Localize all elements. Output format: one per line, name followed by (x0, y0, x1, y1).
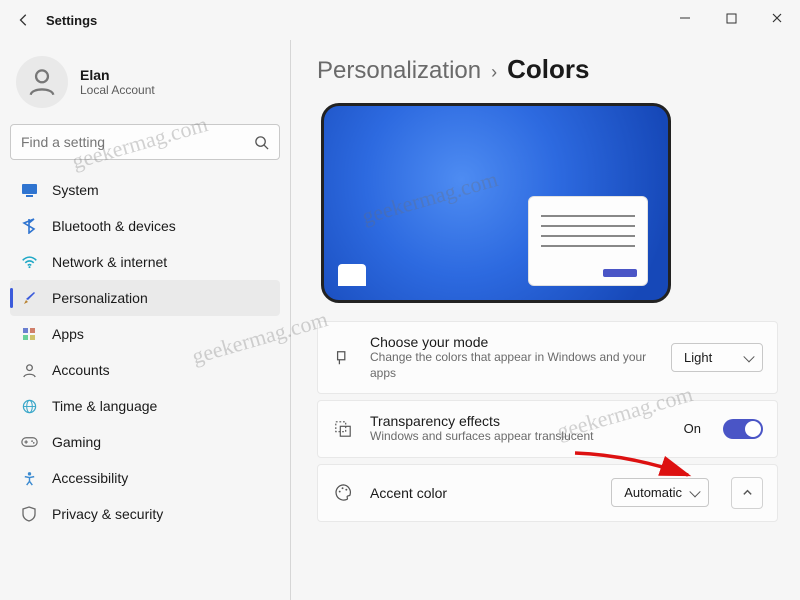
user-block[interactable]: Elan Local Account (10, 48, 280, 124)
chevron-right-icon: › (491, 62, 497, 83)
dropdown-value: Light (684, 350, 712, 365)
sidebar-item-label: Gaming (52, 434, 101, 450)
apps-icon (20, 325, 38, 343)
sidebar-item-system[interactable]: System (10, 172, 280, 208)
search-box[interactable] (10, 124, 280, 160)
search-icon (254, 135, 269, 150)
maximize-button[interactable] (708, 0, 754, 36)
sidebar-item-label: Accounts (52, 362, 110, 378)
expand-button[interactable] (731, 477, 763, 509)
close-icon (771, 12, 783, 24)
search-input[interactable] (21, 134, 254, 150)
accent-dropdown[interactable]: Automatic (611, 478, 709, 507)
user-subtitle: Local Account (80, 83, 155, 97)
system-icon (20, 181, 38, 199)
window-title: Settings (46, 13, 97, 28)
sidebar-item-label: Bluetooth & devices (52, 218, 176, 234)
sidebar-item-network[interactable]: Network & internet (10, 244, 280, 280)
arrow-left-icon (17, 13, 31, 27)
wifi-icon (20, 253, 38, 271)
sidebar-item-accessibility[interactable]: Accessibility (10, 460, 280, 496)
sidebar-item-label: Time & language (52, 398, 157, 414)
minimize-button[interactable] (662, 0, 708, 36)
breadcrumb-parent[interactable]: Personalization (317, 57, 481, 85)
sidebar-item-label: System (52, 182, 99, 198)
toggle-state-label: On (684, 421, 701, 436)
gaming-icon (20, 433, 38, 451)
setting-title: Choose your mode (370, 334, 655, 350)
shield-icon (20, 505, 38, 523)
mode-dropdown[interactable]: Light (671, 343, 763, 372)
dropdown-value: Automatic (624, 485, 682, 500)
sidebar-item-label: Network & internet (52, 254, 167, 270)
brush-icon (332, 349, 354, 367)
sidebar-item-apps[interactable]: Apps (10, 316, 280, 352)
breadcrumb: Personalization › Colors (317, 54, 778, 85)
sidebar-item-label: Accessibility (52, 470, 128, 486)
setting-subtitle: Windows and surfaces appear translucent (370, 429, 668, 445)
paintbrush-icon (20, 289, 38, 307)
sidebar-item-label: Privacy & security (52, 506, 163, 522)
transparency-icon (332, 420, 354, 438)
user-icon (25, 65, 59, 99)
setting-transparency[interactable]: Transparency effects Windows and surface… (317, 400, 778, 458)
sidebar-item-label: Personalization (52, 290, 148, 306)
setting-accent[interactable]: Accent color Automatic (317, 464, 778, 522)
sidebar-item-privacy[interactable]: Privacy & security (10, 496, 280, 532)
transparency-toggle[interactable] (723, 419, 763, 439)
accounts-icon (20, 361, 38, 379)
breadcrumb-current: Colors (507, 54, 589, 85)
sidebar-item-time[interactable]: Time & language (10, 388, 280, 424)
desktop-preview (321, 103, 671, 303)
minimize-icon (679, 12, 691, 24)
setting-mode[interactable]: Choose your mode Change the colors that … (317, 321, 778, 394)
avatar (16, 56, 68, 108)
accessibility-icon (20, 469, 38, 487)
setting-title: Accent color (370, 485, 595, 501)
palette-icon (332, 483, 354, 502)
globe-icon (20, 397, 38, 415)
sidebar-item-bluetooth[interactable]: Bluetooth & devices (10, 208, 280, 244)
sidebar-item-gaming[interactable]: Gaming (10, 424, 280, 460)
sidebar-item-label: Apps (52, 326, 84, 342)
user-name: Elan (80, 67, 155, 83)
bluetooth-icon (20, 217, 38, 235)
setting-subtitle: Change the colors that appear in Windows… (370, 350, 655, 381)
sidebar-item-personalization[interactable]: Personalization (10, 280, 280, 316)
sidebar-item-accounts[interactable]: Accounts (10, 352, 280, 388)
maximize-icon (726, 13, 737, 24)
setting-title: Transparency effects (370, 413, 668, 429)
back-button[interactable] (8, 13, 40, 27)
close-button[interactable] (754, 0, 800, 36)
chevron-up-icon (742, 487, 753, 498)
